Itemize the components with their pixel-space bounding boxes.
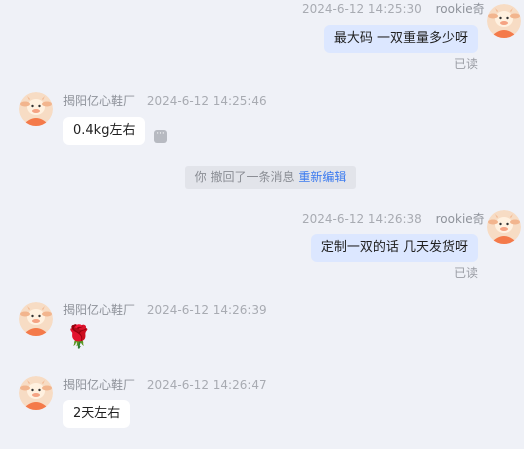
avatar[interactable] [19,376,53,410]
sender-name: 揭阳亿心鞋厂 [63,303,136,317]
cartoon-cow-avatar-icon [487,210,521,244]
message-meta: 2024-6-12 14:26:38 rookie奇 [302,210,485,227]
re-edit-link[interactable]: 重新编辑 [298,170,346,184]
message-bubble[interactable]: 最大码 一双重量多少呀 [323,25,478,53]
message-time: 2024-6-12 14:25:46 [146,94,267,108]
message-meta: 2024-6-12 14:25:30 rookie奇 [302,0,485,17]
avatar[interactable] [487,4,521,38]
message-bubble[interactable]: 定制一双的话 几天发货呀 [310,234,478,262]
cartoon-cow-avatar-icon [19,376,53,410]
message-bubble[interactable]: 2天左右 [63,400,131,428]
message-time: 2024-6-12 14:26:38 [302,212,422,226]
message-meta: 揭阳亿心鞋厂 2024-6-12 14:26:39 [63,301,267,318]
message-meta: 揭阳亿心鞋厂 2024-6-12 14:26:47 [63,376,267,393]
cartoon-cow-avatar-icon [19,302,53,336]
sender-name: rookie奇 [435,2,485,16]
read-status: 已读 [453,57,478,71]
more-options-icon[interactable]: ··· [154,130,167,143]
recall-notice: 你 撤回了一条消息 重新编辑 [185,166,356,189]
sender-name: 揭阳亿心鞋厂 [63,94,136,108]
message-meta: 揭阳亿心鞋厂 2024-6-12 14:25:46 [63,92,267,109]
cartoon-cow-avatar-icon [487,4,521,38]
sender-name: 揭阳亿心鞋厂 [63,378,136,392]
avatar[interactable] [19,92,53,126]
message-time: 2024-6-12 14:25:30 [302,2,422,16]
sender-name: rookie奇 [435,212,485,226]
avatar[interactable] [19,302,53,336]
message-time: 2024-6-12 14:26:39 [146,303,267,317]
avatar[interactable] [487,210,521,244]
rose-emoji[interactable]: 🌹 [65,325,92,350]
message-time: 2024-6-12 14:26:47 [146,378,267,392]
message-bubble[interactable]: 0.4kg左右 [63,117,146,145]
recall-text: 你 撤回了一条消息 [194,170,295,184]
cartoon-cow-avatar-icon [19,92,53,126]
read-status: 已读 [453,266,478,280]
